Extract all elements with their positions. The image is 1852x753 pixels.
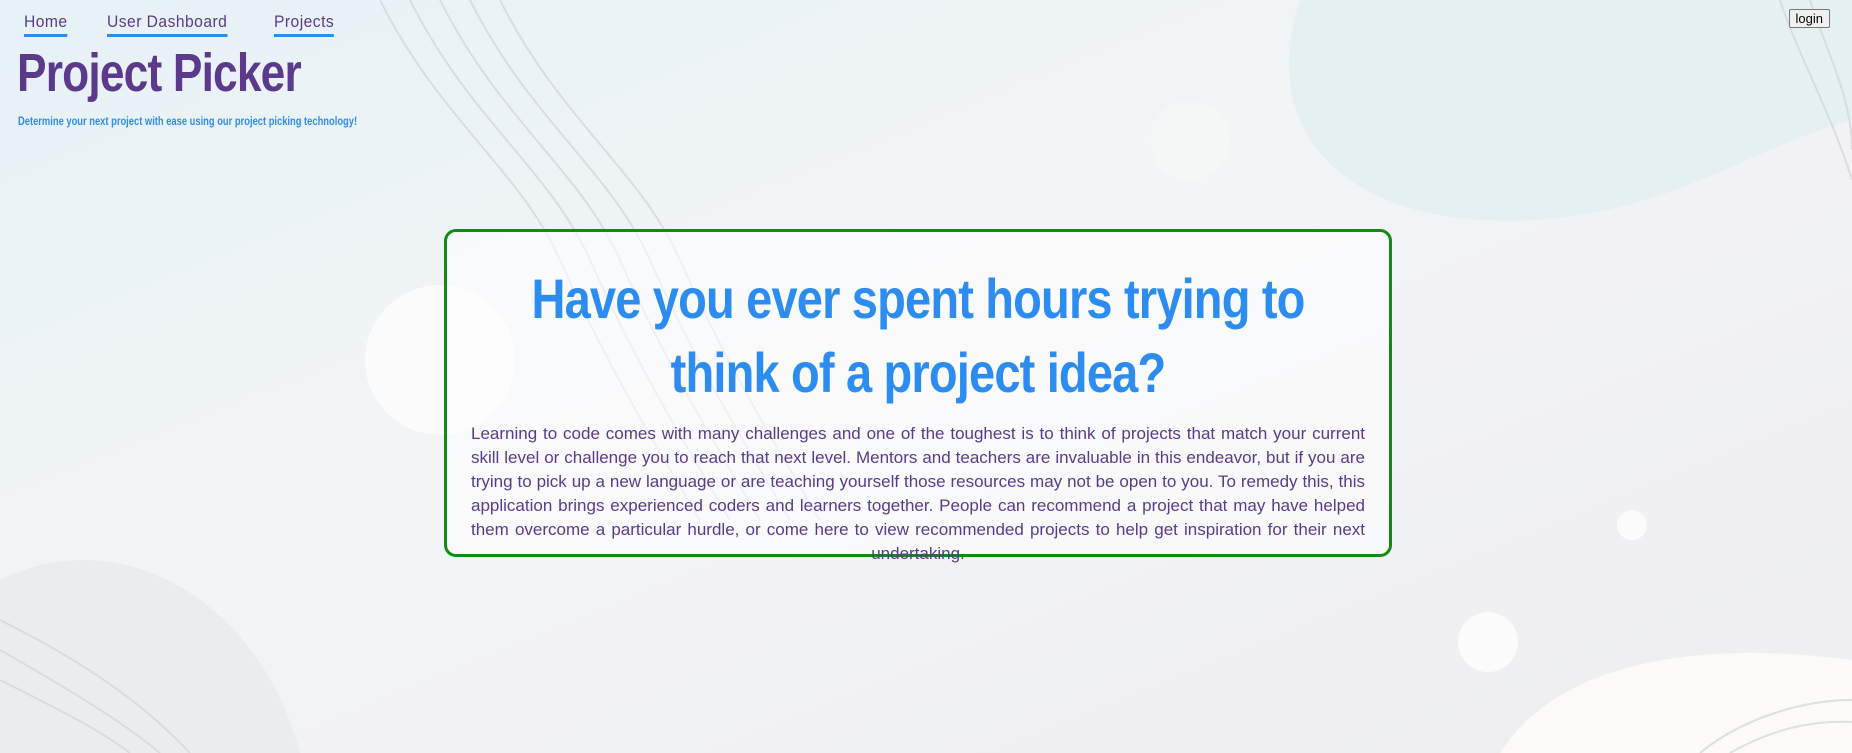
top-nav: Home User Dashboard Projects	[24, 12, 340, 37]
page-subtitle: Determine your next project with ease us…	[18, 114, 358, 128]
login-button[interactable]: login	[1788, 9, 1830, 28]
hero-description: Learning to code comes with many challen…	[471, 424, 1365, 563]
nav-link-home[interactable]: Home	[24, 12, 68, 37]
hero-heading: Have you ever spent hours trying to thin…	[447, 262, 1389, 410]
hero-heading-text: Have you ever spent hours trying to thin…	[531, 267, 1305, 404]
nav-link-projects[interactable]: Projects	[274, 12, 335, 37]
hero-card: Have you ever spent hours trying to thin…	[444, 229, 1392, 563]
nav-link-user-dashboard[interactable]: User Dashboard	[107, 12, 228, 37]
page-title: Project Picker	[17, 43, 302, 103]
